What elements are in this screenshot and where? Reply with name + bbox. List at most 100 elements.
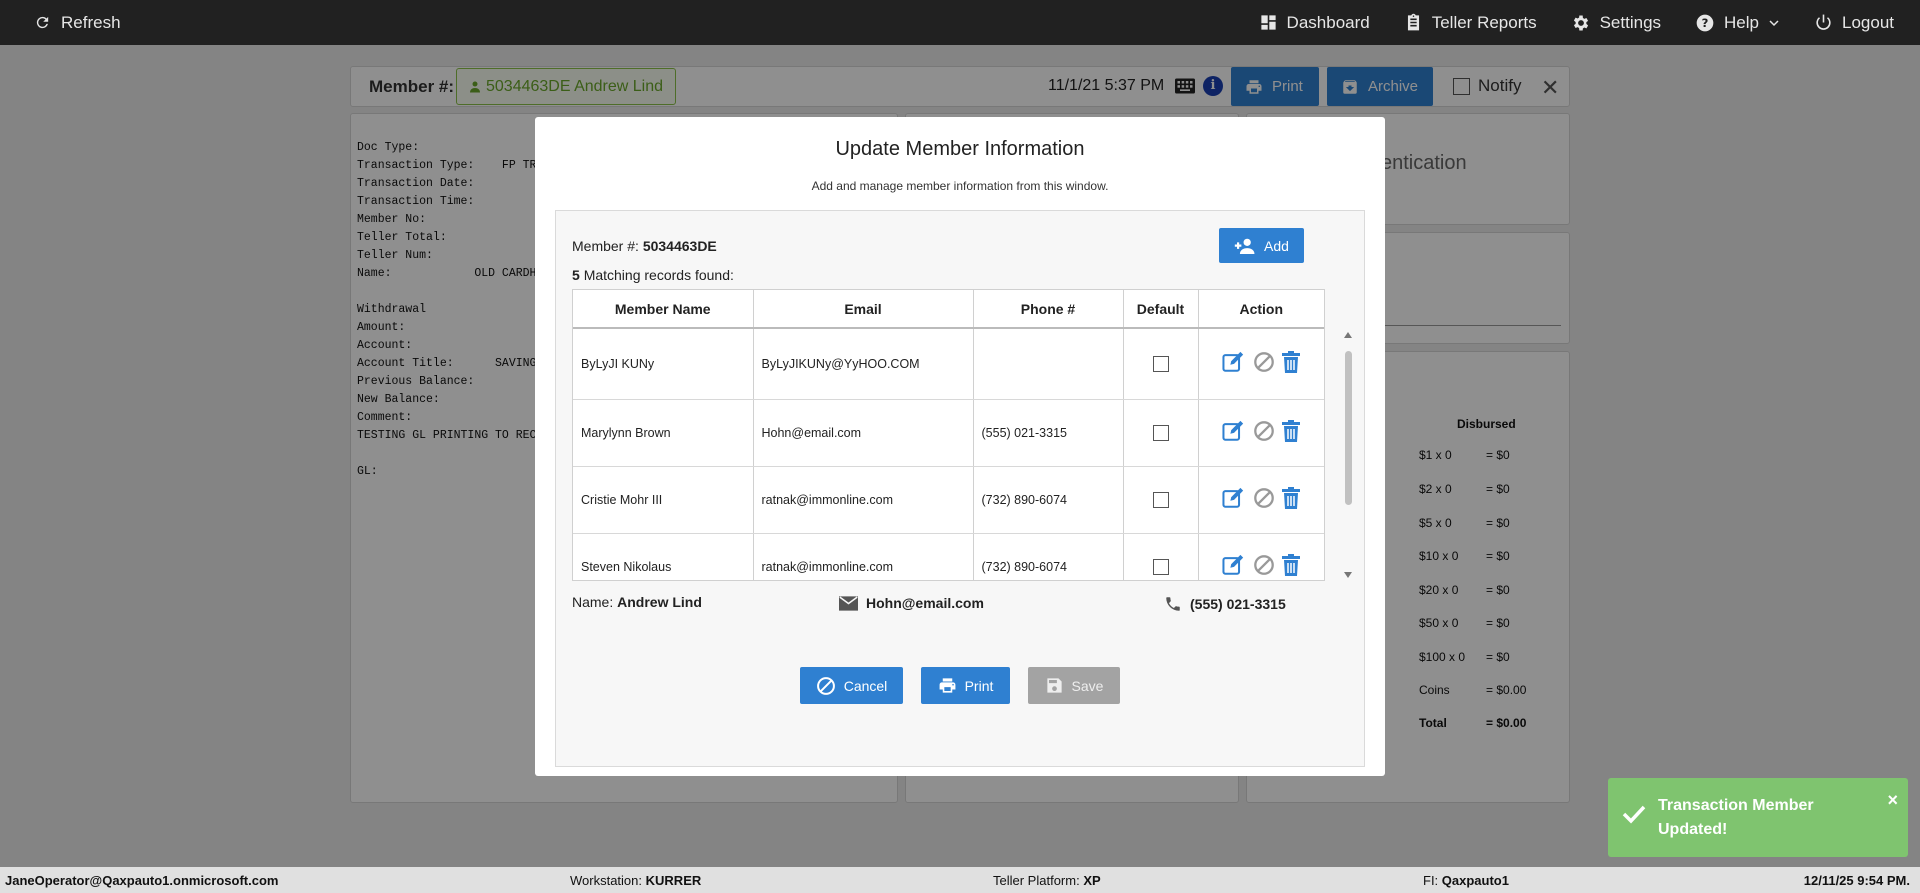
member-name-cell: Marylynn Brown xyxy=(573,399,754,467)
refresh-button[interactable]: Refresh xyxy=(34,0,121,45)
status-platform: Teller Platform: XP xyxy=(993,873,1101,888)
cancel-icon xyxy=(816,676,835,695)
default-checkbox[interactable] xyxy=(1152,558,1169,575)
trash-icon[interactable] xyxy=(1282,351,1301,374)
power-icon xyxy=(1816,14,1831,30)
nav-dashboard[interactable]: Dashboard xyxy=(1259,13,1370,33)
toast-message-line1: Transaction Member xyxy=(1658,797,1814,814)
add-member-label: Add xyxy=(1264,237,1289,254)
toast-message: Transaction Member Updated! xyxy=(1658,794,1814,842)
refresh-label: Refresh xyxy=(61,12,121,32)
status-user: JaneOperator@Qaxpauto1.onmicrosoft.com xyxy=(5,873,278,888)
default-cell xyxy=(1123,466,1199,534)
default-checkbox[interactable] xyxy=(1152,355,1169,372)
printer-icon xyxy=(939,678,956,693)
edit-icon[interactable] xyxy=(1222,420,1246,442)
member-name-cell: Steven Nikolaus xyxy=(573,533,754,580)
edit-icon[interactable] xyxy=(1222,351,1246,373)
status-fi-label: FI: xyxy=(1423,873,1439,888)
disable-icon[interactable] xyxy=(1253,351,1275,373)
status-platform-value: XP xyxy=(1083,873,1101,888)
toast-message-line2: Updated! xyxy=(1658,821,1728,838)
default-cell xyxy=(1123,328,1199,400)
modal-print-button[interactable]: Print xyxy=(921,667,1010,704)
table-scrollbar[interactable] xyxy=(1343,331,1353,581)
toast-close-icon[interactable]: × xyxy=(1887,790,1898,811)
column-header[interactable]: Phone # xyxy=(973,290,1124,329)
chevron-down-icon xyxy=(1769,19,1779,26)
action-cell xyxy=(1198,399,1324,467)
column-header[interactable]: Member Name xyxy=(573,290,754,329)
cancel-label: Cancel xyxy=(843,677,888,694)
dashboard-icon xyxy=(1260,15,1276,30)
modal-member-value: 5034463DE xyxy=(642,238,717,254)
disable-icon[interactable] xyxy=(1253,487,1275,509)
column-header[interactable]: Default xyxy=(1123,290,1199,329)
scroll-down-icon[interactable] xyxy=(1343,571,1353,579)
table-row: Marylynn Brown Hohn@email.com (555) 021-… xyxy=(573,399,1324,467)
selected-name-value: Andrew Lind xyxy=(617,594,702,610)
nav-settings[interactable]: Settings xyxy=(1571,13,1661,33)
selected-phone: (555) 021-3315 xyxy=(1164,595,1286,613)
match-count-label: Matching records found: xyxy=(583,267,734,283)
member-name-cell: Cristie Mohr III xyxy=(573,466,754,534)
edit-icon[interactable] xyxy=(1222,554,1246,576)
selected-email: Hohn@email.com xyxy=(839,595,984,611)
modal-subtitle: Add and manage member information from t… xyxy=(811,179,1109,193)
update-member-modal: Update Member Information Add and manage… xyxy=(535,117,1385,776)
floppy-icon xyxy=(1046,678,1062,693)
phone-cell: (555) 021-3315 xyxy=(973,399,1124,467)
table-row: Cristie Mohr III ratnak@immonline.com (7… xyxy=(573,466,1324,534)
nav-teller-reports[interactable]: Teller Reports xyxy=(1404,13,1537,33)
nav-logout[interactable]: Logout xyxy=(1814,13,1894,33)
success-toast: Transaction Member Updated! × xyxy=(1608,778,1908,857)
nav-logout-label: Logout xyxy=(1842,12,1894,32)
refresh-icon xyxy=(36,16,49,29)
help-icon: ? xyxy=(1696,14,1714,31)
email-cell: ratnak@immonline.com xyxy=(753,466,974,534)
phone-icon xyxy=(1166,597,1180,611)
status-platform-label: Teller Platform: xyxy=(993,873,1080,888)
svg-text:?: ? xyxy=(1702,16,1709,30)
default-cell xyxy=(1123,533,1199,580)
email-cell: ratnak@immonline.com xyxy=(753,533,974,580)
phone-cell: (732) 890-6074 xyxy=(973,533,1124,580)
envelope-icon xyxy=(839,595,858,611)
nav-help-label: Help xyxy=(1724,12,1759,32)
nav-teller-reports-label: Teller Reports xyxy=(1431,12,1537,32)
add-member-button[interactable]: Add xyxy=(1219,228,1304,263)
phone-cell: (732) 890-6074 xyxy=(973,466,1124,534)
status-fi: FI: Qaxpauto1 xyxy=(1423,873,1509,888)
scrollbar-thumb[interactable] xyxy=(1345,351,1352,505)
phone-cell xyxy=(973,328,1124,400)
column-header[interactable]: Email xyxy=(753,290,974,329)
email-cell: Hohn@email.com xyxy=(753,399,974,467)
member-table: Member Name Email Phone # Default Action… xyxy=(572,289,1325,581)
default-checkbox[interactable] xyxy=(1152,424,1169,441)
column-header: Action xyxy=(1198,290,1324,329)
disable-icon[interactable] xyxy=(1253,420,1275,442)
trash-icon[interactable] xyxy=(1282,487,1301,509)
nav-settings-label: Settings xyxy=(1599,12,1662,32)
status-fi-value: Qaxpauto1 xyxy=(1441,873,1509,888)
default-checkbox[interactable] xyxy=(1152,491,1169,508)
scroll-up-icon[interactable] xyxy=(1343,331,1353,339)
clipboard-icon xyxy=(1407,13,1419,31)
nav-help[interactable]: ? Help xyxy=(1695,13,1780,33)
status-workstation: Workstation: KURRER xyxy=(570,873,701,888)
table-row: ByLyJI KUNy ByLyJIKUNy@YyHOO.COM xyxy=(573,328,1324,400)
edit-icon[interactable] xyxy=(1222,487,1246,509)
selected-name-label: Name: xyxy=(572,594,614,610)
save-button[interactable]: Save xyxy=(1028,667,1120,704)
status-bar: JaneOperator@Qaxpauto1.onmicrosoft.com W… xyxy=(0,867,1920,893)
cancel-button[interactable]: Cancel xyxy=(800,667,903,704)
table-header-row: Member Name Email Phone # Default Action xyxy=(573,290,1324,329)
action-cell xyxy=(1198,466,1324,534)
disable-icon[interactable] xyxy=(1253,554,1275,576)
action-cell xyxy=(1198,328,1324,400)
trash-icon[interactable] xyxy=(1282,420,1301,442)
modal-print-label: Print xyxy=(964,677,994,694)
trash-icon[interactable] xyxy=(1282,554,1301,576)
status-datetime-value: 12/11/25 9:54 PM. xyxy=(1803,873,1910,888)
add-user-icon xyxy=(1234,238,1255,254)
